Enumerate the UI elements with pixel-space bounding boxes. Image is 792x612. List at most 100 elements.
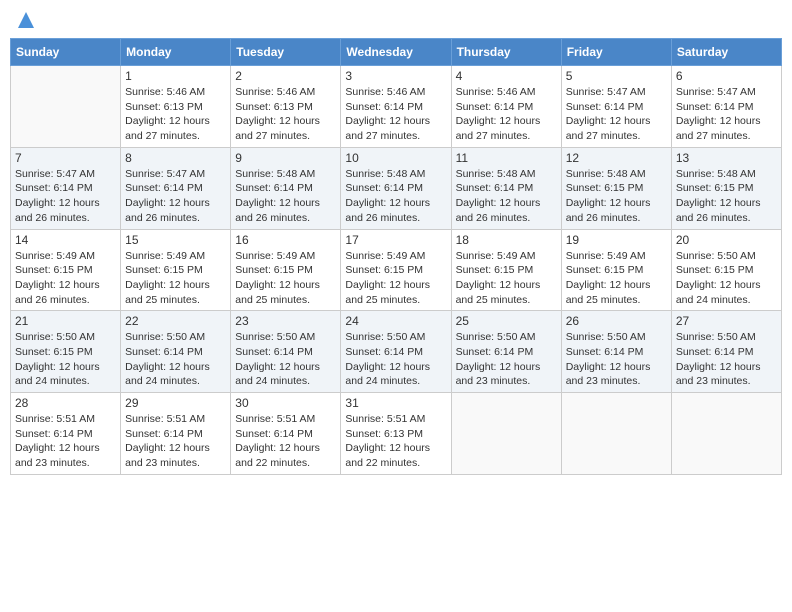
- calendar-cell: 24 Sunrise: 5:50 AM Sunset: 6:14 PM Dayli…: [341, 311, 451, 393]
- day-number: 2: [235, 69, 336, 83]
- weekday-header-cell: Thursday: [451, 39, 561, 66]
- day-info: Sunrise: 5:47 AM Sunset: 6:14 PM Dayligh…: [566, 85, 667, 144]
- calendar-week-row: 21 Sunrise: 5:50 AM Sunset: 6:15 PM Dayli…: [11, 311, 782, 393]
- day-number: 3: [345, 69, 446, 83]
- weekday-header-cell: Saturday: [671, 39, 781, 66]
- weekday-header-cell: Monday: [121, 39, 231, 66]
- calendar-week-row: 28 Sunrise: 5:51 AM Sunset: 6:14 PM Dayli…: [11, 393, 782, 475]
- day-number: 31: [345, 396, 446, 410]
- calendar-body: 1 Sunrise: 5:46 AM Sunset: 6:13 PM Daylig…: [11, 66, 782, 475]
- day-number: 12: [566, 151, 667, 165]
- day-number: 29: [125, 396, 226, 410]
- day-info: Sunrise: 5:50 AM Sunset: 6:15 PM Dayligh…: [676, 249, 777, 308]
- day-number: 21: [15, 314, 116, 328]
- weekday-header-cell: Wednesday: [341, 39, 451, 66]
- calendar-cell: [11, 66, 121, 148]
- calendar-cell: 6Sunrise: 5:47 AM Sunset: 6:14 PM Daylig…: [671, 66, 781, 148]
- logo-icon: [16, 10, 36, 30]
- day-number: 25: [456, 314, 557, 328]
- day-info: Sunrise: 5:49 AM Sunset: 6:15 PM Dayligh…: [456, 249, 557, 308]
- weekday-header-cell: Tuesday: [231, 39, 341, 66]
- weekday-header-row: SundayMondayTuesdayWednesdayThursdayFrid…: [11, 39, 782, 66]
- day-info: Sunrise: 5:51 AM Sunset: 6:14 PM Dayligh…: [235, 412, 336, 471]
- calendar-cell: 30 Sunrise: 5:51 AM Sunset: 6:14 PM Dayli…: [231, 393, 341, 475]
- day-number: 30: [235, 396, 336, 410]
- day-number: 26: [566, 314, 667, 328]
- day-info: Sunrise: 5:48 AM Sunset: 6:14 PM Dayligh…: [345, 167, 446, 226]
- day-number: 8: [125, 151, 226, 165]
- day-info: Sunrise: 5:47 AM Sunset: 6:14 PM Dayligh…: [15, 167, 116, 226]
- day-info: Sunrise: 5:49 AM Sunset: 6:15 PM Dayligh…: [566, 249, 667, 308]
- calendar-cell: 17Sunrise: 5:49 AM Sunset: 6:15 PM Dayli…: [341, 229, 451, 311]
- calendar-cell: 20 Sunrise: 5:50 AM Sunset: 6:15 PM Dayli…: [671, 229, 781, 311]
- day-info: Sunrise: 5:50 AM Sunset: 6:14 PM Dayligh…: [676, 330, 777, 389]
- day-info: Sunrise: 5:46 AM Sunset: 6:13 PM Dayligh…: [125, 85, 226, 144]
- day-number: 10: [345, 151, 446, 165]
- day-number: 9: [235, 151, 336, 165]
- calendar-cell: [561, 393, 671, 475]
- day-info: Sunrise: 5:46 AM Sunset: 6:14 PM Dayligh…: [345, 85, 446, 144]
- day-number: 19: [566, 233, 667, 247]
- calendar-cell: 18Sunrise: 5:49 AM Sunset: 6:15 PM Dayli…: [451, 229, 561, 311]
- day-number: 1: [125, 69, 226, 83]
- calendar-week-row: 1 Sunrise: 5:46 AM Sunset: 6:13 PM Daylig…: [11, 66, 782, 148]
- calendar-cell: 9Sunrise: 5:48 AM Sunset: 6:14 PM Daylig…: [231, 147, 341, 229]
- day-number: 6: [676, 69, 777, 83]
- day-number: 24: [345, 314, 446, 328]
- day-number: 4: [456, 69, 557, 83]
- day-number: 7: [15, 151, 116, 165]
- calendar-cell: 26 Sunrise: 5:50 AM Sunset: 6:14 PM Dayli…: [561, 311, 671, 393]
- calendar-cell: 15 Sunrise: 5:49 AM Sunset: 6:15 PM Dayli…: [121, 229, 231, 311]
- day-info: Sunrise: 5:48 AM Sunset: 6:14 PM Dayligh…: [456, 167, 557, 226]
- calendar-cell: 5 Sunrise: 5:47 AM Sunset: 6:14 PM Daylig…: [561, 66, 671, 148]
- calendar-cell: [671, 393, 781, 475]
- day-number: 16: [235, 233, 336, 247]
- day-number: 22: [125, 314, 226, 328]
- day-number: 11: [456, 151, 557, 165]
- calendar-cell: 3 Sunrise: 5:46 AM Sunset: 6:14 PM Daylig…: [341, 66, 451, 148]
- day-number: 14: [15, 233, 116, 247]
- calendar-cell: 22 Sunrise: 5:50 AM Sunset: 6:14 PM Dayli…: [121, 311, 231, 393]
- calendar-cell: 2Sunrise: 5:46 AM Sunset: 6:13 PM Daylig…: [231, 66, 341, 148]
- calendar-cell: 10 Sunrise: 5:48 AM Sunset: 6:14 PM Dayli…: [341, 147, 451, 229]
- calendar-cell: 28 Sunrise: 5:51 AM Sunset: 6:14 PM Dayli…: [11, 393, 121, 475]
- calendar-cell: 23 Sunrise: 5:50 AM Sunset: 6:14 PM Dayli…: [231, 311, 341, 393]
- calendar-cell: 13Sunrise: 5:48 AM Sunset: 6:15 PM Dayli…: [671, 147, 781, 229]
- day-number: 15: [125, 233, 226, 247]
- calendar-table: SundayMondayTuesdayWednesdayThursdayFrid…: [10, 38, 782, 475]
- page-header: [10, 10, 782, 30]
- day-info: Sunrise: 5:50 AM Sunset: 6:14 PM Dayligh…: [235, 330, 336, 389]
- day-info: Sunrise: 5:49 AM Sunset: 6:15 PM Dayligh…: [235, 249, 336, 308]
- day-number: 20: [676, 233, 777, 247]
- day-info: Sunrise: 5:50 AM Sunset: 6:15 PM Dayligh…: [15, 330, 116, 389]
- day-info: Sunrise: 5:50 AM Sunset: 6:14 PM Dayligh…: [125, 330, 226, 389]
- day-info: Sunrise: 5:48 AM Sunset: 6:15 PM Dayligh…: [566, 167, 667, 226]
- logo: [14, 10, 36, 30]
- day-info: Sunrise: 5:49 AM Sunset: 6:15 PM Dayligh…: [15, 249, 116, 308]
- day-info: Sunrise: 5:50 AM Sunset: 6:14 PM Dayligh…: [345, 330, 446, 389]
- calendar-cell: 11 Sunrise: 5:48 AM Sunset: 6:14 PM Dayli…: [451, 147, 561, 229]
- day-info: Sunrise: 5:49 AM Sunset: 6:15 PM Dayligh…: [125, 249, 226, 308]
- day-number: 23: [235, 314, 336, 328]
- day-info: Sunrise: 5:48 AM Sunset: 6:15 PM Dayligh…: [676, 167, 777, 226]
- calendar-cell: 29 Sunrise: 5:51 AM Sunset: 6:14 PM Dayli…: [121, 393, 231, 475]
- day-info: Sunrise: 5:51 AM Sunset: 6:14 PM Dayligh…: [125, 412, 226, 471]
- day-info: Sunrise: 5:50 AM Sunset: 6:14 PM Dayligh…: [456, 330, 557, 389]
- day-info: Sunrise: 5:51 AM Sunset: 6:14 PM Dayligh…: [15, 412, 116, 471]
- calendar-week-row: 7 Sunrise: 5:47 AM Sunset: 6:14 PM Daylig…: [11, 147, 782, 229]
- weekday-header-cell: Sunday: [11, 39, 121, 66]
- calendar-week-row: 14 Sunrise: 5:49 AM Sunset: 6:15 PM Dayli…: [11, 229, 782, 311]
- day-info: Sunrise: 5:47 AM Sunset: 6:14 PM Dayligh…: [125, 167, 226, 226]
- day-number: 27: [676, 314, 777, 328]
- day-number: 28: [15, 396, 116, 410]
- day-info: Sunrise: 5:50 AM Sunset: 6:14 PM Dayligh…: [566, 330, 667, 389]
- calendar-cell: [451, 393, 561, 475]
- calendar-cell: 21 Sunrise: 5:50 AM Sunset: 6:15 PM Dayli…: [11, 311, 121, 393]
- weekday-header-cell: Friday: [561, 39, 671, 66]
- calendar-cell: 19 Sunrise: 5:49 AM Sunset: 6:15 PM Dayli…: [561, 229, 671, 311]
- calendar-cell: 27 Sunrise: 5:50 AM Sunset: 6:14 PM Dayli…: [671, 311, 781, 393]
- day-number: 5: [566, 69, 667, 83]
- day-info: Sunrise: 5:49 AM Sunset: 6:15 PM Dayligh…: [345, 249, 446, 308]
- calendar-cell: 25 Sunrise: 5:50 AM Sunset: 6:14 PM Dayli…: [451, 311, 561, 393]
- calendar-cell: 14 Sunrise: 5:49 AM Sunset: 6:15 PM Dayli…: [11, 229, 121, 311]
